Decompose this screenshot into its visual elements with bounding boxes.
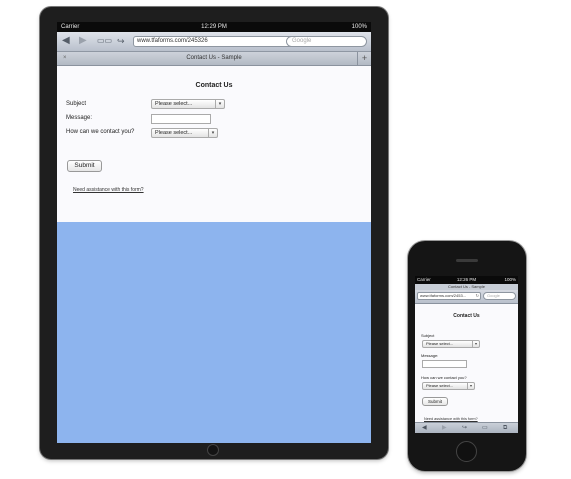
share-icon[interactable]: ↪ [117, 35, 125, 47]
contact-label: How can we contact you? [66, 129, 135, 135]
home-button[interactable] [456, 441, 477, 462]
subject-label: Subject [421, 333, 435, 338]
help-link[interactable]: Need assistance with this form? [73, 187, 144, 193]
subject-select[interactable]: Please select... ▾ [151, 99, 225, 109]
ipad-device: Carrier 12:29 PM 100% ◀ ▶ ▭▭ ↪ www.tfafo… [40, 7, 388, 459]
submit-button[interactable]: Submit [67, 160, 102, 172]
message-input[interactable] [422, 360, 467, 368]
tab-title[interactable]: Contact Us - Sample [57, 52, 371, 65]
status-bar: Carrier 12:29 PM 100% [57, 22, 371, 32]
contact-select-value: Please select... [155, 130, 193, 136]
url-text: www.tfaforms.com/245326 [137, 38, 208, 44]
bookmarks-icon[interactable]: ▭▭ [97, 35, 112, 47]
tab-bar: × Contact Us - Sample + [57, 52, 371, 66]
message-label: Message: [421, 353, 439, 358]
search-input[interactable]: Google [286, 36, 367, 47]
battery-label: 100% [504, 277, 516, 282]
browser-toolbar: ◀ ▶ ▭▭ ↪ www.tfaforms.com/245326 ↻ Googl… [57, 32, 371, 52]
contact-label: How can we contact you? [421, 375, 467, 380]
time-label: 12:26 PM [456, 277, 477, 282]
ipad-screen: Carrier 12:29 PM 100% ◀ ▶ ▭▭ ↪ www.tfafo… [57, 22, 371, 443]
subject-select[interactable]: Please select... ▾ [422, 340, 480, 348]
bookmarks-icon[interactable]: ▭ [482, 424, 488, 433]
web-page: Contact Us Subject Please select... ▾ Me… [415, 304, 518, 422]
new-tab-button[interactable]: + [357, 52, 371, 65]
iphone-screen: Carrier 12:26 PM 100% Contact Us - Sampl… [415, 276, 518, 433]
submit-button[interactable]: Submit [422, 397, 448, 406]
share-icon[interactable]: ↪ [462, 424, 467, 433]
reload-icon[interactable]: ↻ [476, 293, 479, 299]
status-bar: Carrier 12:26 PM 100% [415, 276, 518, 284]
forward-icon[interactable]: ▶ [79, 35, 87, 47]
chevron-down-icon: ▾ [215, 100, 224, 108]
url-text: www.tfaforms.com/2453... [420, 293, 467, 298]
subject-select-value: Please select... [155, 101, 193, 107]
form-title: Contact Us [453, 313, 480, 319]
subject-select-value: Please select... [426, 341, 454, 346]
time-label: 12:29 PM [201, 24, 227, 30]
contact-select[interactable]: Please select... ▾ [422, 382, 475, 390]
form-title: Contact Us [195, 82, 233, 89]
chevron-down-icon: ▾ [467, 383, 474, 389]
url-field[interactable]: www.tfaforms.com/245326 ↻ [133, 36, 310, 47]
subject-label: Subject [66, 101, 87, 107]
web-page: Contact Us Subject Please select... ▾ Me… [57, 66, 371, 222]
pages-icon[interactable]: ⧉ [503, 424, 507, 433]
contact-select[interactable]: Please select... ▾ [151, 128, 218, 138]
speaker-grille [456, 259, 478, 262]
chevron-down-icon: ▾ [472, 341, 479, 347]
forward-icon[interactable]: ▶ [442, 424, 447, 433]
back-icon[interactable]: ◀ [422, 424, 427, 433]
url-field[interactable]: www.tfaforms.com/2453... ↻ [417, 292, 481, 300]
contact-select-value: Please select... [426, 383, 454, 388]
browser-toolbar: www.tfaforms.com/2453... ↻ Google [415, 290, 518, 304]
search-input[interactable]: Google [483, 292, 516, 300]
iphone-device: Carrier 12:26 PM 100% Contact Us - Sampl… [408, 241, 526, 471]
battery-label: 100% [351, 24, 367, 30]
message-label: Message: [66, 115, 93, 121]
back-icon[interactable]: ◀ [62, 35, 70, 47]
browser-bottom-bar: ◀ ▶ ↪ ▭ ⧉ [415, 422, 518, 433]
chevron-down-icon: ▾ [208, 129, 217, 137]
message-input[interactable] [151, 114, 211, 124]
help-link[interactable]: Need assistance with this form? [424, 417, 478, 421]
home-button[interactable] [207, 444, 219, 456]
